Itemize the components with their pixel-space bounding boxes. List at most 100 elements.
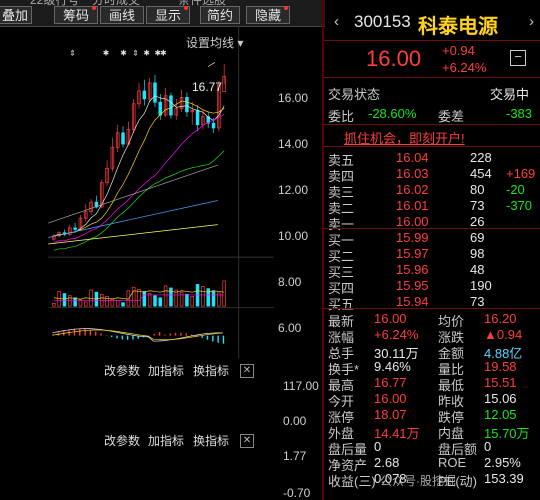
stat-value: 16.20: [484, 311, 517, 326]
close-icon-2[interactable]: ✕: [240, 434, 254, 448]
chips-button[interactable]: 筹码: [54, 6, 98, 24]
quote-panel: ‹ 300153 科泰电源 › 16.00 +0.94 +6.24% − 交易状…: [322, 0, 540, 500]
price-tick: 10.00: [278, 229, 309, 243]
volume-bar: [185, 293, 189, 307]
bid-volume: 69: [470, 230, 485, 245]
stock-code: 300153: [354, 12, 411, 31]
volume-tick: 0.00: [283, 414, 307, 428]
volume-bar: [131, 286, 136, 307]
divider: [324, 124, 540, 125]
bid-price: 15.95: [396, 278, 429, 293]
candle-body: [169, 95, 173, 116]
set-ma-label: 设置均线: [186, 36, 235, 50]
volume-bar: [115, 300, 120, 307]
event-marker-icon: ✱: [103, 48, 110, 57]
bid-price: 15.96: [396, 262, 429, 277]
volume-bar: [52, 303, 56, 307]
switch-indicator-button[interactable]: 换指标: [193, 362, 229, 379]
simple-button[interactable]: 简约: [200, 6, 240, 24]
stat-value: 2.95%: [484, 455, 521, 470]
ask-delta: +169: [506, 166, 536, 181]
volume-bar: [126, 290, 131, 307]
chevron-down-icon: ▾: [237, 36, 244, 50]
set-moving-average-button[interactable]: 设置均线 ▾: [186, 34, 243, 51]
ma120-line: [48, 200, 218, 238]
price-tick: 6.00: [278, 321, 302, 335]
divider: [324, 146, 540, 147]
stat-value: 16.00: [374, 391, 407, 406]
stat-value: 19.58: [484, 359, 517, 374]
candle-body: [158, 101, 163, 116]
status-value: 交易中: [490, 87, 530, 102]
price-change-pct: +6.24%: [442, 60, 487, 75]
current-price: 16.00: [366, 46, 422, 71]
switch-indicator-button-2[interactable]: 换指标: [193, 432, 229, 449]
candle-body: [185, 97, 189, 113]
ask-volume: 80: [470, 182, 485, 197]
peak-price-label: 16.77: [192, 80, 223, 94]
weicha-value: -383: [506, 106, 533, 121]
arrow-right-icon[interactable]: ›: [529, 13, 534, 30]
overlay-button[interactable]: 叠加: [0, 6, 32, 24]
stat-value: 12.05: [484, 407, 517, 422]
volume-bar: [211, 290, 216, 307]
bid-price: 15.97: [396, 246, 429, 261]
bid-price: 15.94: [396, 294, 429, 309]
status-label: 交易状态: [328, 87, 381, 102]
hide-dot-icon: [284, 6, 288, 10]
add-indicator-button-2[interactable]: 加指标: [148, 432, 184, 449]
close-icon[interactable]: ✕: [240, 364, 254, 378]
event-marker-icon: ⇕: [69, 48, 75, 57]
bid-price: 15.99: [396, 230, 429, 245]
kline-chart[interactable]: ⇕ ✱ ✱ ⇕ ✱ ✱ ✱: [0, 26, 322, 358]
change-params-button-2[interactable]: 改参数: [104, 432, 140, 449]
volume-bar: [62, 293, 67, 307]
bid-volume: 98: [470, 246, 485, 261]
ma30-line: [53, 150, 225, 251]
price-tick: 16.00: [278, 91, 309, 105]
event-marker-icon: ✱: [120, 48, 127, 57]
volume-bar: [179, 291, 184, 307]
change-params-button[interactable]: 改参数: [104, 362, 140, 379]
stat-label: 收益(三): [328, 474, 376, 489]
arrow-left-icon[interactable]: ‹: [334, 13, 339, 30]
draw-line-button[interactable]: 画线: [100, 6, 144, 24]
ma60-line: [48, 164, 218, 224]
weibi-value: -28.60%: [368, 106, 417, 121]
stat-value: 16.00: [374, 311, 407, 326]
event-marker-icon: ✱: [160, 48, 167, 57]
volume-bar: [153, 295, 157, 307]
candle-body: [121, 132, 125, 145]
volume-bar: [169, 287, 173, 307]
ask-price: 16.00: [396, 214, 429, 229]
open-account-link[interactable]: 抓住机会，即刻开户!: [344, 128, 465, 147]
stat-value: 0: [374, 439, 382, 454]
display-dot-icon: [184, 6, 188, 10]
divider: [324, 228, 540, 229]
ask-volume: 73: [470, 198, 485, 213]
display-button[interactable]: 显示: [146, 6, 190, 24]
volume-bar: [222, 280, 226, 307]
stat-value: 16.77: [374, 375, 407, 390]
candle-body: [153, 82, 157, 103]
chips-dot-icon: [92, 6, 96, 10]
weibi-label: 委比: [328, 109, 355, 124]
volume-bar: [142, 291, 147, 307]
display-label: 显示: [154, 8, 181, 23]
volume-bar: [121, 302, 125, 307]
price-tick: 14.00: [278, 137, 309, 151]
hide-label: 隐藏: [254, 8, 281, 23]
candle-body: [195, 109, 200, 126]
volume-bar: [105, 296, 109, 307]
macd-tick: 1.77: [283, 449, 307, 463]
ask-delta: -20: [506, 182, 525, 197]
add-indicator-button[interactable]: 加指标: [148, 362, 184, 379]
volume-bar: [206, 288, 210, 307]
volume-tick: 117.00: [283, 379, 319, 393]
volume-bar: [147, 293, 152, 307]
hide-button[interactable]: 隐藏: [246, 6, 290, 24]
stat-value: +6.24%: [374, 327, 419, 342]
stat-label: ROE: [438, 455, 467, 470]
minus-button[interactable]: −: [510, 50, 526, 66]
weicha-label: 委差: [438, 109, 465, 124]
